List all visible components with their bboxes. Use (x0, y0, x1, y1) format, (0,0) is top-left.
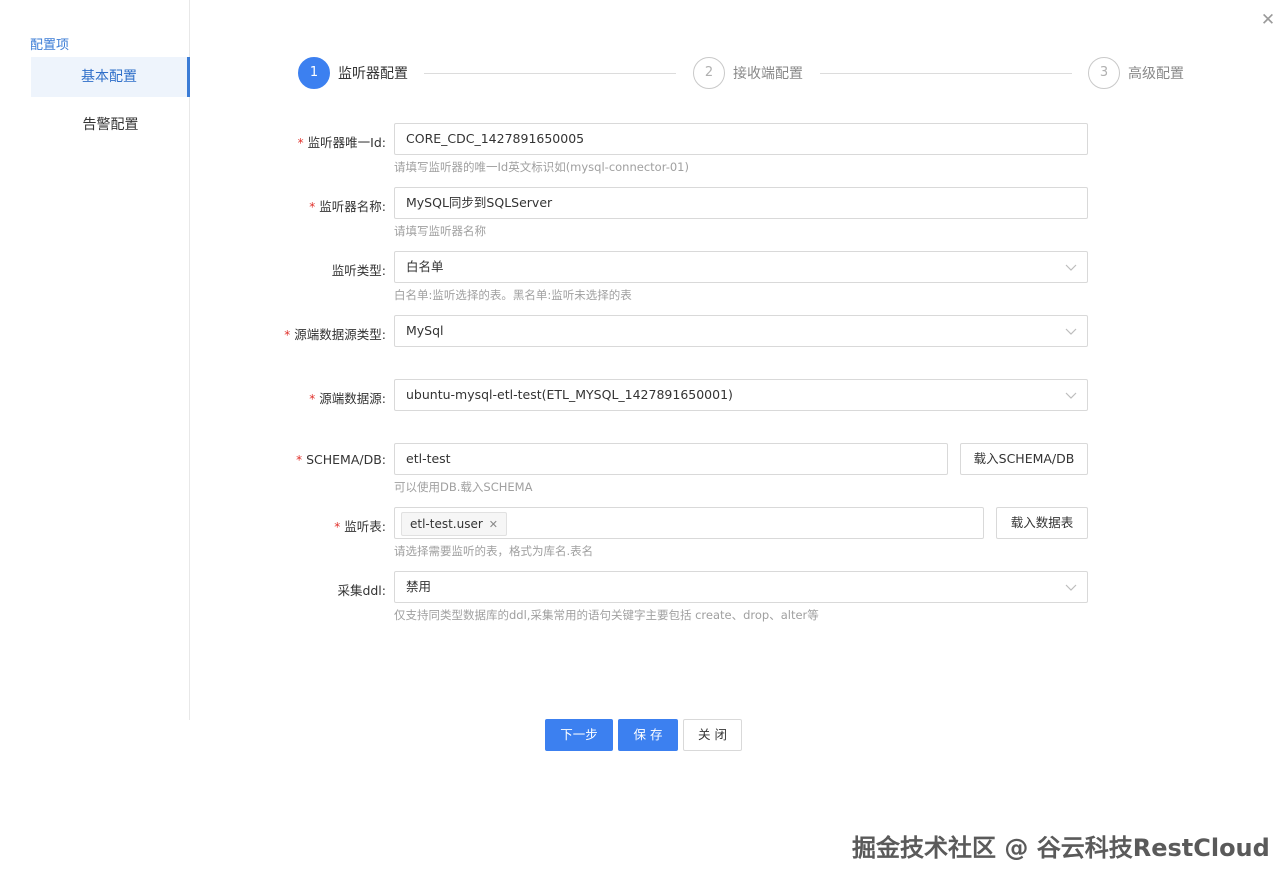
steps-bar: 1 监听器配置 2 接收端配置 3 高级配置 (298, 57, 1188, 89)
ddl-select[interactable]: 禁用 (394, 571, 1088, 603)
step-label: 监听器配置 (338, 66, 408, 82)
step-listener-config[interactable]: 1 监听器配置 (298, 57, 408, 89)
sidebar-title: 配置项 (30, 38, 70, 53)
step-label: 高级配置 (1128, 66, 1184, 82)
source-type-value: MySql (406, 323, 444, 338)
listener-id-label: * 监听器唯一Id: (297, 135, 386, 150)
sidebar: 配置项 基本配置 告警配置 (0, 0, 190, 720)
source-type-label: * 源端数据源类型: (284, 327, 386, 342)
step-label: 接收端配置 (733, 66, 803, 82)
listener-name-label: * 监听器名称: (309, 199, 386, 214)
ddl-value: 禁用 (406, 579, 432, 594)
close-icon[interactable]: ✕ (1259, 10, 1277, 30)
step-receiver-config[interactable]: 2 接收端配置 (693, 57, 803, 89)
sidebar-item-basic-config[interactable]: 基本配置 (31, 57, 190, 97)
required-mark: * (297, 136, 304, 150)
step-number: 2 (693, 57, 725, 89)
next-step-button[interactable]: 下一步 (545, 719, 613, 751)
listener-name-input[interactable]: MySQL同步到SQLServer (394, 187, 1088, 219)
chevron-down-icon (1065, 584, 1077, 591)
listener-id-help: 请填写监听器的唯一Id英文标识如(mysql-connector-01) (394, 160, 689, 174)
listen-type-help: 白名单:监听选择的表。黑名单:监听未选择的表 (394, 288, 632, 302)
schema-input[interactable]: etl-test (394, 443, 948, 475)
source-type-select[interactable]: MySql (394, 315, 1088, 347)
listen-type-label: 监听类型: (331, 263, 386, 278)
step-number: 1 (298, 57, 330, 89)
tables-multiselect[interactable]: etl-test.user ✕ (394, 507, 984, 539)
schema-label: * SCHEMA/DB: (296, 452, 386, 467)
tables-label: * 监听表: (334, 519, 386, 534)
source-select[interactable]: ubuntu-mysql-etl-test(ETL_MYSQL_14278916… (394, 379, 1088, 411)
source-value: ubuntu-mysql-etl-test(ETL_MYSQL_14278916… (406, 387, 733, 402)
required-mark: * (334, 520, 341, 534)
close-button[interactable]: 关 闭 (683, 719, 742, 751)
required-mark: * (309, 392, 316, 406)
load-tables-button[interactable]: 载入数据表 (996, 507, 1088, 539)
listener-name-help: 请填写监听器名称 (394, 224, 486, 238)
required-mark: * (296, 453, 303, 467)
source-label: * 源端数据源: (309, 391, 386, 406)
step-advanced-config[interactable]: 3 高级配置 (1088, 57, 1184, 89)
chevron-down-icon (1065, 264, 1077, 271)
save-button[interactable]: 保 存 (618, 719, 678, 751)
ddl-label: 采集ddl: (337, 583, 386, 598)
step-number: 3 (1088, 57, 1120, 89)
listen-type-select[interactable]: 白名单 (394, 251, 1088, 283)
load-schema-button[interactable]: 载入SCHEMA/DB (960, 443, 1088, 475)
chevron-down-icon (1065, 392, 1077, 399)
chevron-down-icon (1065, 328, 1077, 335)
watermark: 掘金技术社区 @ 谷云科技RestCloud (852, 834, 1270, 862)
table-tag: etl-test.user ✕ (401, 512, 508, 536)
step-connector (424, 73, 676, 74)
required-mark: * (284, 328, 291, 342)
required-mark: * (309, 200, 316, 214)
ddl-help: 仅支持同类型数据库的ddl,采集常用的语句关键字主要包括 create、drop… (394, 608, 819, 622)
sidebar-item-alert-config[interactable]: 告警配置 (31, 105, 190, 145)
tables-help: 请选择需要监听的表，格式为库名.表名 (394, 544, 594, 558)
listen-type-value: 白名单 (406, 259, 444, 274)
tag-close-icon[interactable]: ✕ (489, 518, 498, 531)
listener-id-input[interactable]: CORE_CDC_1427891650005 (394, 123, 1088, 155)
step-connector (820, 73, 1072, 74)
schema-help: 可以使用DB.载入SCHEMA (394, 480, 533, 494)
